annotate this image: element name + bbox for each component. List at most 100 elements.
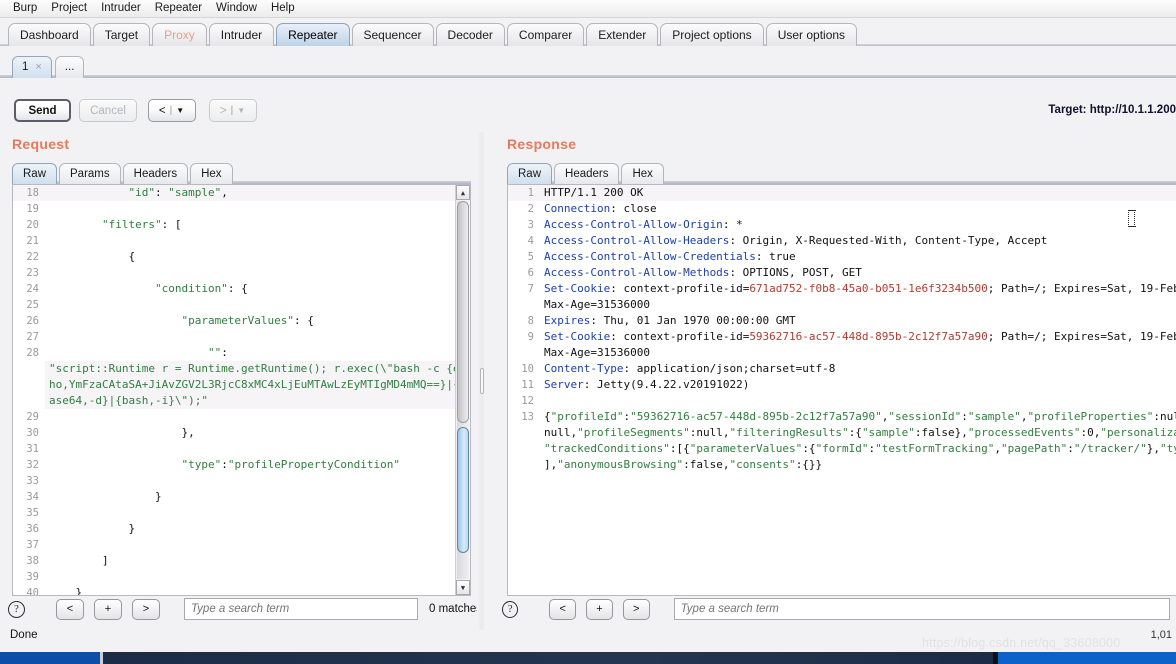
menu-item-repeater[interactable]: Repeater xyxy=(148,0,209,17)
repeater-tab-strip: 1 × ... xyxy=(0,50,1176,78)
line-number: 35 xyxy=(13,505,45,521)
line-number: 25 xyxy=(13,297,45,313)
line-content: Access-Control-Allow-Headers: Origin, X-… xyxy=(544,234,1048,247)
response-tab-raw[interactable]: Raw xyxy=(507,163,553,184)
code-line: Max-Age=31536000 xyxy=(508,297,1176,313)
code-line: 27 xyxy=(13,329,470,345)
line-number: 8 xyxy=(508,313,540,329)
request-editor[interactable]: 18 "id": "sample", 19 20 "filters": [21 22 … xyxy=(12,184,471,596)
taskbar-segment-middle xyxy=(103,652,993,664)
line-number: 34 xyxy=(13,489,45,505)
response-search-add-button[interactable]: + xyxy=(586,598,613,620)
repeater-tab-1-label: 1 xyxy=(22,61,29,73)
line-content: ],"anonymousBrowsing":false,"consents":{… xyxy=(544,458,823,471)
code-line: 32 "type":"profilePropertyCondition" xyxy=(13,457,470,473)
response-editor[interactable]: 1 HTTP/1.1 200 OK 2 Connection: close 3 Acces… xyxy=(507,184,1176,596)
response-search-prev-button[interactable]: < xyxy=(549,598,577,620)
request-panel-title: Request xyxy=(12,136,70,152)
request-match-count: 0 matches xyxy=(429,603,483,615)
line-content: Set-Cookie: context-profile-id=671ad752-… xyxy=(544,282,1176,295)
back-button[interactable]: < | ▼ xyxy=(148,99,196,122)
button-separator: | xyxy=(230,105,235,116)
line-number: 13 xyxy=(508,409,540,425)
response-search-next-button[interactable]: > xyxy=(622,598,650,620)
response-search-input[interactable] xyxy=(673,598,1170,620)
code-line: null,"profileSegments":null,"filteringRe… xyxy=(508,425,1176,441)
send-button[interactable]: Send xyxy=(14,99,71,122)
line-number: 6 xyxy=(508,265,540,281)
panel-splitter[interactable] xyxy=(477,132,486,630)
request-vertical-scrollbar[interactable]: ▲ ▼ xyxy=(455,185,470,595)
forward-arrow-icon: > xyxy=(219,104,228,117)
menu-item-project[interactable]: Project xyxy=(44,0,94,17)
forward-button[interactable]: > | ▼ xyxy=(209,99,257,122)
tab-comparer[interactable]: Comparer xyxy=(506,23,585,46)
line-content: "filters": [ xyxy=(101,218,182,231)
tab-decoder[interactable]: Decoder xyxy=(435,23,505,46)
request-tab-raw[interactable]: Raw xyxy=(12,163,58,184)
line-number: 22 xyxy=(13,249,45,265)
line-content: Expires: Thu, 01 Jan 1970 00:00:00 GMT xyxy=(544,314,796,327)
code-line: 30 }, xyxy=(13,425,470,441)
code-line: 3 Access-Control-Allow-Origin: * xyxy=(508,217,1176,233)
tab-intruder[interactable]: Intruder xyxy=(208,23,275,46)
menu-item-help[interactable]: Help xyxy=(264,0,302,17)
line-number: 31 xyxy=(13,441,45,457)
line-content: } xyxy=(49,586,83,596)
line-content: Server: Jetty(9.4.22.v20191022) xyxy=(544,378,750,391)
code-line: 29 xyxy=(13,409,470,425)
line-content: "type":"profilePropertyCondition" xyxy=(181,458,401,471)
request-search-next-button[interactable]: > xyxy=(132,598,160,620)
code-line: 39 xyxy=(13,569,470,585)
line-number: 1 xyxy=(508,185,540,201)
close-icon[interactable]: × xyxy=(35,57,41,78)
scroll-down-icon[interactable]: ▼ xyxy=(456,580,470,595)
tab-proxy[interactable]: Proxy xyxy=(152,23,207,46)
cancel-button[interactable]: Cancel xyxy=(79,99,137,122)
main-tab-strip: Dashboard Target Proxy Intruder Repeater… xyxy=(0,19,1176,46)
tab-project-options[interactable]: Project options xyxy=(660,23,764,46)
request-search-input[interactable] xyxy=(184,598,418,620)
splitter-grip-icon[interactable] xyxy=(480,368,484,394)
burp-suite-window: Burp Project Intruder Repeater Window He… xyxy=(0,0,1176,664)
line-number: 37 xyxy=(13,537,45,553)
request-search-prev-button[interactable]: < xyxy=(56,598,84,620)
tab-target[interactable]: Target xyxy=(92,23,151,46)
repeater-tab-1[interactable]: 1 × xyxy=(12,56,52,78)
action-toolbar: Send Cancel < | ▼ > | ▼ xyxy=(0,92,1176,132)
line-number: 36 xyxy=(13,521,45,537)
line-content: Max-Age=31536000 xyxy=(544,298,650,311)
help-icon[interactable]: ? xyxy=(502,600,519,618)
request-tab-hex[interactable]: Hex xyxy=(190,163,233,184)
tab-user-options[interactable]: User options xyxy=(765,23,858,46)
menu-item-intruder[interactable]: Intruder xyxy=(94,0,148,17)
code-line: "trackedConditions":[{"parameterValues":… xyxy=(508,441,1176,457)
scrollbar-thumb-upper[interactable] xyxy=(457,201,469,423)
code-line: Max-Age=31536000 xyxy=(508,345,1176,361)
line-content: }, xyxy=(49,426,195,439)
request-tab-headers[interactable]: Headers xyxy=(122,163,189,184)
back-arrow-icon: < xyxy=(158,104,167,117)
os-taskbar xyxy=(0,652,1176,664)
tab-dashboard[interactable]: Dashboard xyxy=(8,23,91,46)
repeater-tab-more[interactable]: ... xyxy=(54,56,85,78)
scrollbar-thumb[interactable] xyxy=(457,427,469,553)
status-right-number: 1,01 xyxy=(1150,629,1172,641)
line-content: "": xyxy=(207,346,228,359)
tab-extender[interactable]: Extender xyxy=(586,23,659,46)
tab-sequencer[interactable]: Sequencer xyxy=(351,23,434,46)
tab-repeater[interactable]: Repeater xyxy=(276,23,350,46)
line-number: 3 xyxy=(508,217,540,233)
line-content: Access-Control-Allow-Origin: * xyxy=(544,218,743,231)
code-line: 6 Access-Control-Allow-Methods: OPTIONS, … xyxy=(508,265,1176,281)
menu-item-window[interactable]: Window xyxy=(209,0,264,17)
response-tab-hex[interactable]: Hex xyxy=(621,163,664,184)
request-search-add-button[interactable]: + xyxy=(94,598,122,620)
response-tab-headers[interactable]: Headers xyxy=(554,163,620,184)
request-tab-params[interactable]: Params xyxy=(59,163,121,184)
help-icon[interactable]: ? xyxy=(8,600,25,618)
line-number: 29 xyxy=(13,409,45,425)
menu-item-burp[interactable]: Burp xyxy=(6,0,44,17)
scroll-up-icon[interactable]: ▲ xyxy=(456,185,470,200)
line-content: HTTP/1.1 200 OK xyxy=(540,185,1176,201)
